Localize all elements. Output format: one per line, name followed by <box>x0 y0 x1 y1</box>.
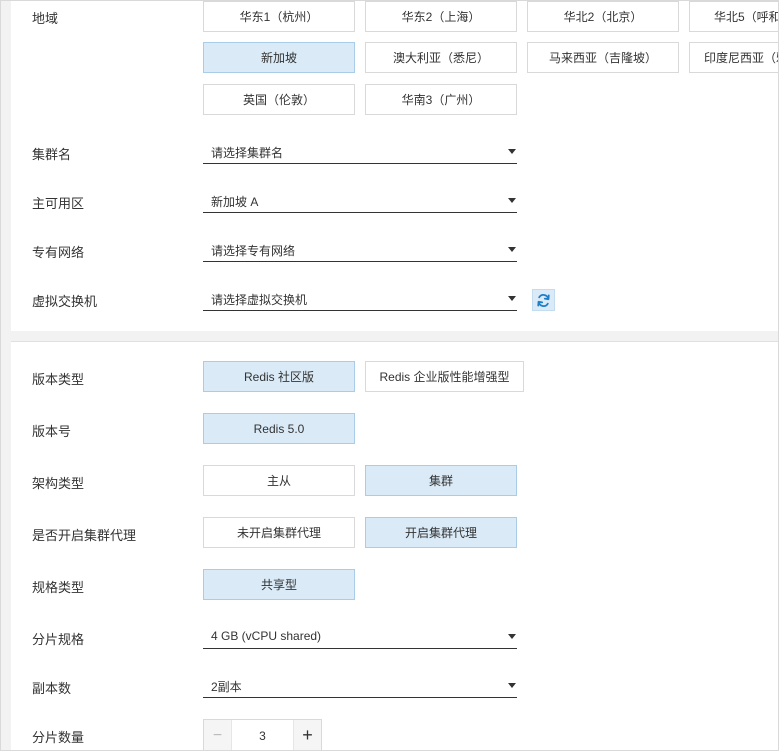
increment-button[interactable]: + <box>293 720 321 750</box>
region-option-guangzhou[interactable]: 华南3（广州） <box>365 84 517 115</box>
region-option-london[interactable]: 英国（伦敦） <box>203 84 355 115</box>
refresh-vswitch-button[interactable] <box>532 289 555 311</box>
vswitch-label: 虚拟交换机 <box>32 294 98 309</box>
version-label: 版本号 <box>32 424 72 439</box>
edition-option-community[interactable]: Redis 社区版 <box>203 361 355 392</box>
vpc-select-text: 请选择专有网络 <box>211 244 296 258</box>
architecture-option-cluster[interactable]: 集群 <box>365 465 517 496</box>
spec-type-label: 规格类型 <box>32 580 85 595</box>
zone-label: 主可用区 <box>32 196 85 211</box>
shard-count-input[interactable]: 3 <box>232 720 293 750</box>
region-label: 地域 <box>32 11 59 26</box>
shard-count-label: 分片数量 <box>32 730 85 745</box>
region-option-huhehaote[interactable]: 华北5（呼和 <box>689 1 778 32</box>
cluster-name-select-text: 请选择集群名 <box>211 146 284 160</box>
chevron-down-icon <box>508 296 516 301</box>
spec-type-option-shared[interactable]: 共享型 <box>203 569 355 600</box>
refresh-icon <box>537 293 550 307</box>
cluster-name-label: 集群名 <box>32 147 72 162</box>
decrement-button[interactable]: − <box>204 720 232 750</box>
chevron-down-icon <box>508 247 516 252</box>
replicas-label: 副本数 <box>32 681 72 696</box>
shard-spec-select[interactable]: 4 GB (vCPU shared) <box>203 625 517 649</box>
shard-spec-label: 分片规格 <box>32 632 85 647</box>
zone-select[interactable]: 新加坡 A <box>203 189 517 213</box>
zone-select-text: 新加坡 A <box>211 195 259 209</box>
shard-spec-select-text: 4 GB (vCPU shared) <box>211 629 322 643</box>
minus-icon: − <box>212 726 223 744</box>
version-option-redis-5[interactable]: Redis 5.0 <box>203 413 355 444</box>
proxy-option-disabled[interactable]: 未开启集群代理 <box>203 517 355 548</box>
architecture-option-master-replica[interactable]: 主从 <box>203 465 355 496</box>
edition-option-enterprise[interactable]: Redis 企业版性能增强型 <box>365 361 524 392</box>
replicas-select[interactable]: 2副本 <box>203 674 517 698</box>
cluster-name-select[interactable]: 请选择集群名 <box>203 140 517 164</box>
region-option-beijing[interactable]: 华北2（北京） <box>527 1 679 32</box>
vswitch-select[interactable]: 请选择虚拟交换机 <box>203 287 517 311</box>
chevron-down-icon <box>508 198 516 203</box>
edition-label: 版本类型 <box>32 372 85 387</box>
region-option-hangzhou[interactable]: 华东1（杭州） <box>203 1 355 32</box>
plus-icon: + <box>302 725 313 745</box>
vpc-select[interactable]: 请选择专有网络 <box>203 238 517 262</box>
proxy-label: 是否开启集群代理 <box>32 528 137 543</box>
chevron-down-icon <box>508 149 516 154</box>
region-option-shanghai[interactable]: 华东2（上海） <box>365 1 517 32</box>
region-option-sydney[interactable]: 澳大利亚（悉尼） <box>365 42 517 73</box>
vswitch-select-text: 请选择虚拟交换机 <box>211 293 308 307</box>
vpc-label: 专有网络 <box>32 245 85 260</box>
replicas-select-text: 2副本 <box>211 680 242 694</box>
region-option-singapore[interactable]: 新加坡 <box>203 42 355 73</box>
region-option-jakarta[interactable]: 印度尼西亚（雅 <box>689 42 778 73</box>
region-option-kuala-lumpur[interactable]: 马来西亚（吉隆坡） <box>527 42 679 73</box>
form-frame: 地域 华东1（杭州） 华东2（上海） 华北2（北京） 华北5（呼和 新加坡 澳大… <box>0 0 779 751</box>
shard-count-stepper: − 3 + <box>203 719 322 750</box>
architecture-label: 架构类型 <box>32 476 85 491</box>
chevron-down-icon <box>508 634 516 639</box>
chevron-down-icon <box>508 683 516 688</box>
proxy-option-enabled[interactable]: 开启集群代理 <box>365 517 517 548</box>
